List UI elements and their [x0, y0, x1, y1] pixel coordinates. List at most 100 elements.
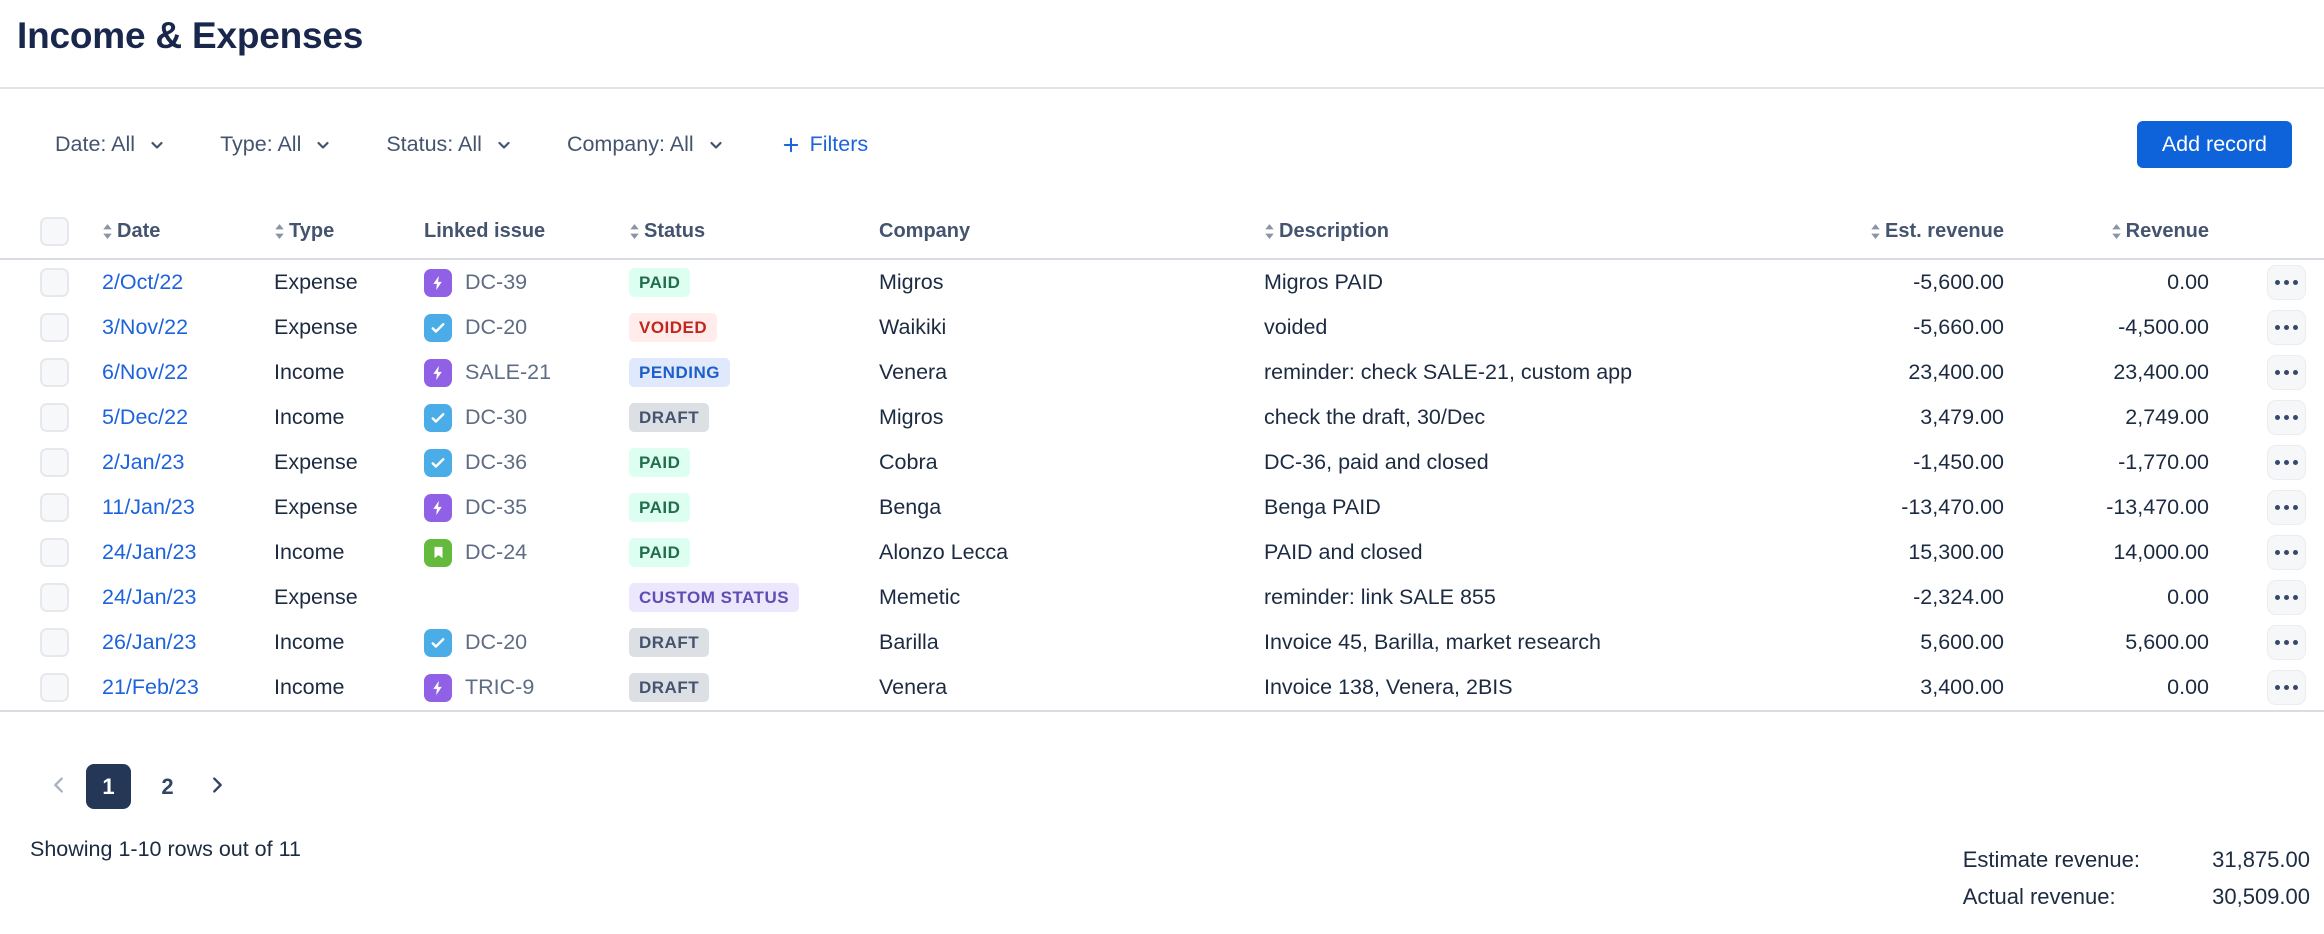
company-cell: Migros — [879, 405, 1264, 430]
description-value: Invoice 45, Barilla, market research — [1264, 630, 1601, 655]
status-cell: DRAFT — [629, 628, 879, 657]
issue-key[interactable]: TRIC-9 — [465, 675, 534, 700]
row-checkbox[interactable] — [40, 313, 69, 342]
column-header-date[interactable]: Date — [102, 220, 274, 243]
table-row: 26/Jan/23 Income DC-20 DRAFT Barilla Inv… — [0, 620, 2324, 665]
row-checkbox[interactable] — [40, 403, 69, 432]
actual-revenue-label: Actual revenue: — [1963, 884, 2140, 910]
row-actions-button[interactable] — [2267, 355, 2306, 390]
select-cell — [40, 268, 102, 297]
est-revenue-value: -5,660.00 — [1913, 315, 2004, 340]
row-checkbox[interactable] — [40, 673, 69, 702]
est-revenue-cell: 3,400.00 — [1809, 675, 2004, 700]
prev-page-button[interactable] — [44, 765, 74, 809]
linked-issue-cell: DC-35 — [424, 494, 629, 522]
actual-revenue-value: 30,509.00 — [2150, 884, 2310, 910]
issue-key[interactable]: DC-20 — [465, 630, 527, 655]
date-link[interactable]: 5/Dec/22 — [102, 405, 188, 430]
date-link[interactable]: 21/Feb/23 — [102, 675, 199, 700]
check-icon — [424, 629, 452, 657]
est-revenue-value: -2,324.00 — [1913, 585, 2004, 610]
description-value: PAID and closed — [1264, 540, 1423, 565]
est-revenue-cell: -5,600.00 — [1809, 270, 2004, 295]
revenue-value: -13,470.00 — [2106, 495, 2209, 520]
row-actions-button[interactable] — [2267, 490, 2306, 525]
row-checkbox[interactable] — [40, 358, 69, 387]
issue-key[interactable]: DC-20 — [465, 315, 527, 340]
row-actions-button[interactable] — [2267, 400, 2306, 435]
status-badge: CUSTOM STATUS — [629, 583, 799, 612]
issue-key[interactable]: DC-30 — [465, 405, 527, 430]
company-cell: Benga — [879, 495, 1264, 520]
est-revenue-value: 15,300.00 — [1908, 540, 2004, 565]
column-header-status[interactable]: Status — [629, 220, 879, 243]
page-button-2[interactable]: 2 — [145, 764, 190, 809]
description-cell: reminder: check SALE-21, custom app — [1264, 360, 1809, 385]
filter-dropdown[interactable]: Company: All — [567, 132, 724, 157]
revenue-cell: 23,400.00 — [2004, 360, 2209, 385]
row-actions-button[interactable] — [2267, 670, 2306, 705]
company-value: Waikiki — [879, 315, 946, 340]
table-row: 2/Oct/22 Expense DC-39 PAID Migros Migro… — [0, 260, 2324, 305]
description-value: DC-36, paid and closed — [1264, 450, 1489, 475]
column-label: Company — [879, 220, 970, 243]
revenue-value: 14,000.00 — [2113, 540, 2209, 565]
row-actions-button[interactable] — [2267, 535, 2306, 570]
column-header-revenue[interactable]: Revenue — [2004, 220, 2209, 243]
chevron-down-icon — [496, 137, 512, 153]
next-page-button[interactable] — [202, 765, 232, 809]
column-label: Revenue — [2126, 220, 2209, 243]
type-value: Expense — [274, 495, 358, 520]
status-cell: CUSTOM STATUS — [629, 583, 879, 612]
filter-dropdown[interactable]: Date: All — [55, 132, 165, 157]
select-all-checkbox[interactable] — [40, 217, 69, 246]
row-actions-button[interactable] — [2267, 625, 2306, 660]
issue-key[interactable]: DC-35 — [465, 495, 527, 520]
row-actions-button[interactable] — [2267, 580, 2306, 615]
date-link[interactable]: 11/Jan/23 — [102, 495, 195, 520]
status-cell: PAID — [629, 448, 879, 477]
est-revenue-cell: -2,324.00 — [1809, 585, 2004, 610]
issue-key[interactable]: DC-36 — [465, 450, 527, 475]
row-checkbox[interactable] — [40, 268, 69, 297]
column-header-est_revenue[interactable]: Est. revenue — [1809, 220, 2004, 243]
date-link[interactable]: 3/Nov/22 — [102, 315, 188, 340]
table-row: 5/Dec/22 Income DC-30 DRAFT Migros check… — [0, 395, 2324, 440]
date-link[interactable]: 2/Oct/22 — [102, 270, 183, 295]
row-actions-button[interactable] — [2267, 445, 2306, 480]
column-label: Est. revenue — [1885, 220, 2004, 243]
date-link[interactable]: 2/Jan/23 — [102, 450, 184, 475]
date-link[interactable]: 6/Nov/22 — [102, 360, 188, 385]
row-checkbox[interactable] — [40, 493, 69, 522]
est-revenue-value: -13,470.00 — [1901, 495, 2004, 520]
row-checkbox[interactable] — [40, 448, 69, 477]
column-header-description[interactable]: Description — [1264, 220, 1809, 243]
row-checkbox[interactable] — [40, 538, 69, 567]
row-actions-button[interactable] — [2267, 265, 2306, 300]
linked-issue-cell: DC-24 — [424, 539, 629, 567]
add-filter-button[interactable]: Filters — [782, 132, 869, 157]
row-checkbox[interactable] — [40, 628, 69, 657]
issue-key[interactable]: DC-39 — [465, 270, 527, 295]
filter-dropdown[interactable]: Status: All — [386, 132, 512, 157]
sort-icon — [2111, 223, 2122, 240]
type-value: Expense — [274, 315, 358, 340]
row-checkbox[interactable] — [40, 583, 69, 612]
add-record-button[interactable]: Add record — [2137, 121, 2292, 168]
date-link[interactable]: 26/Jan/23 — [102, 630, 196, 655]
chevron-left-icon — [48, 774, 70, 799]
status-badge: PENDING — [629, 358, 730, 387]
issue-key[interactable]: SALE-21 — [465, 360, 551, 385]
income-expenses-page: Income & Expenses Date: All Type: All St… — [0, 14, 2324, 862]
date-cell: 24/Jan/23 — [102, 540, 274, 565]
filter-dropdown[interactable]: Type: All — [220, 132, 331, 157]
page-button-1[interactable]: 1 — [86, 764, 131, 809]
column-header-type[interactable]: Type — [274, 220, 424, 243]
linked-issue-cell: DC-30 — [424, 404, 629, 432]
issue-key[interactable]: DC-24 — [465, 540, 527, 565]
type-value: Expense — [274, 270, 358, 295]
row-actions-button[interactable] — [2267, 310, 2306, 345]
date-link[interactable]: 24/Jan/23 — [102, 540, 196, 565]
linked-issue-cell: DC-36 — [424, 449, 629, 477]
date-link[interactable]: 24/Jan/23 — [102, 585, 196, 610]
